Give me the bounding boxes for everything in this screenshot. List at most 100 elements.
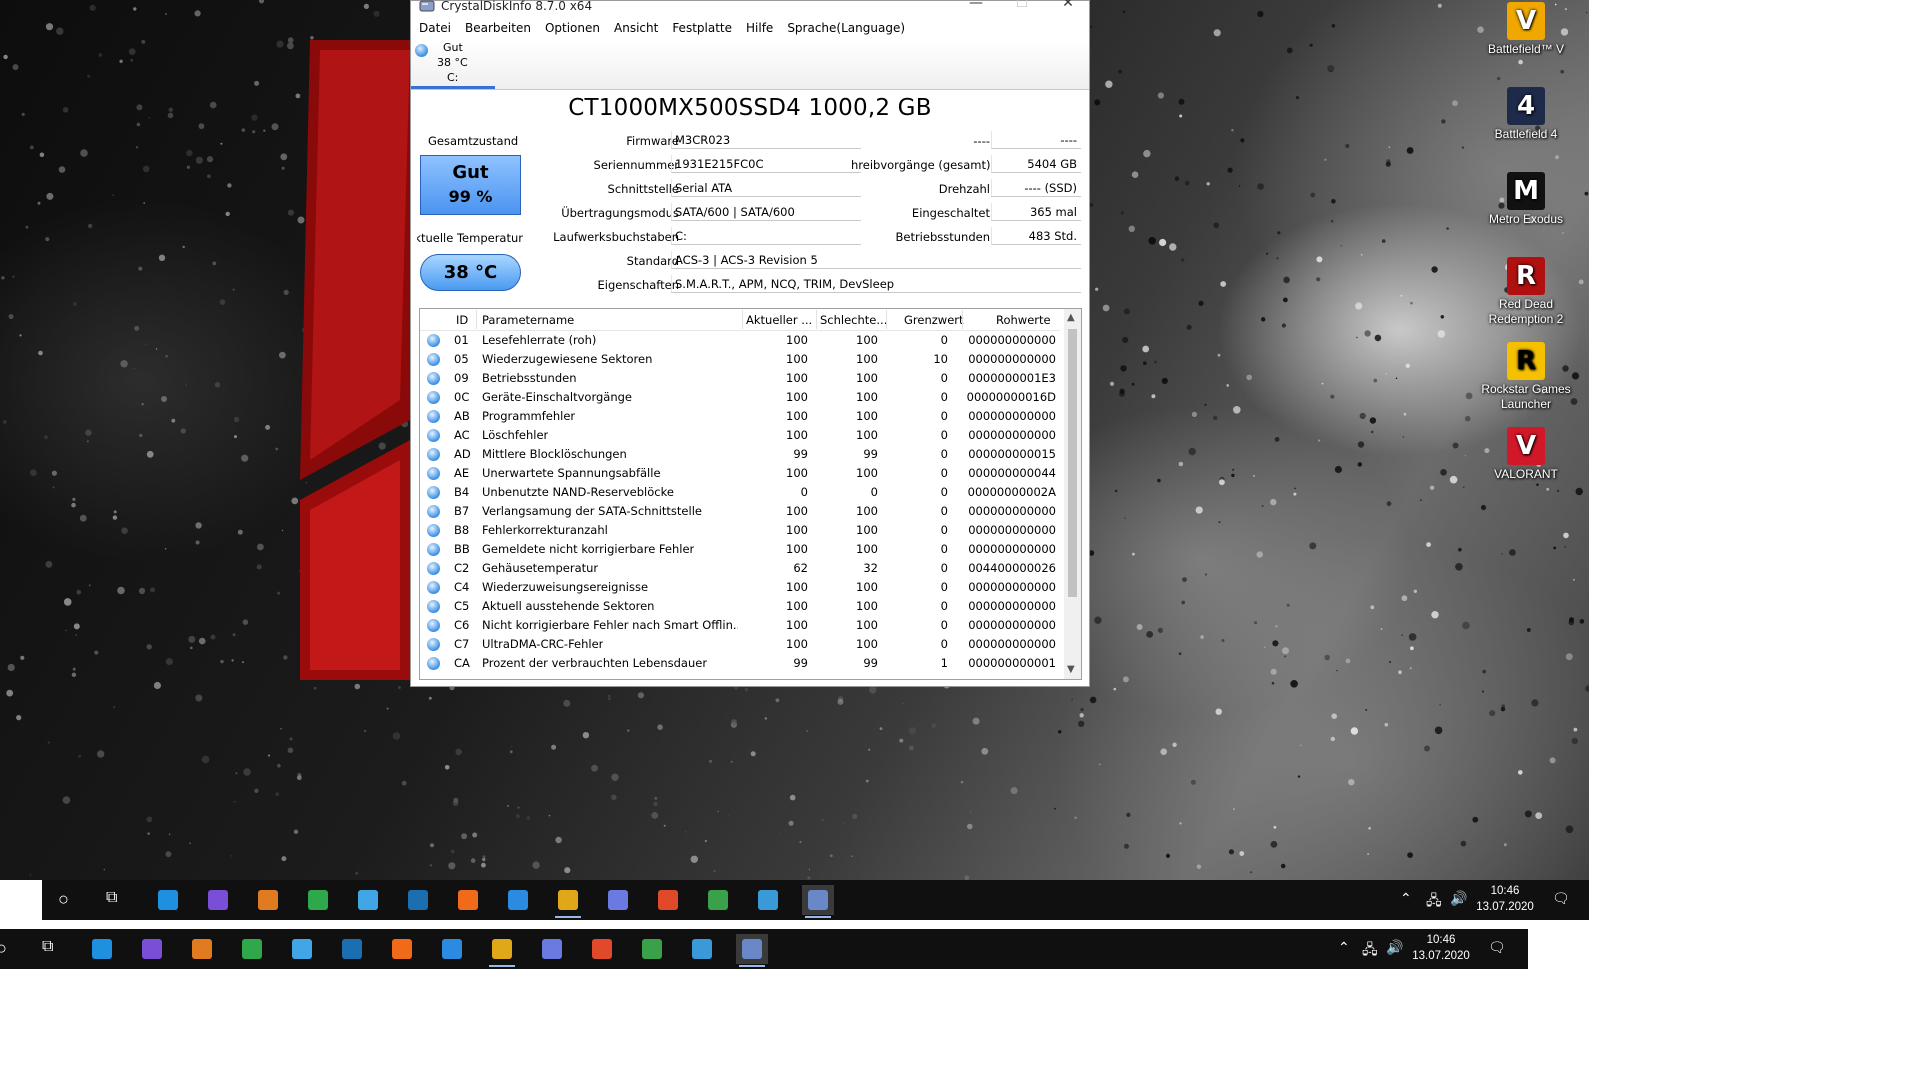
- cortana-icon[interactable]: ○: [58, 889, 69, 910]
- smart-threshold: 0: [940, 637, 948, 651]
- cortana-icon[interactable]: ○: [0, 938, 7, 959]
- col-threshold[interactable]: Grenzwert: [904, 313, 964, 327]
- task-view-icon[interactable]: ⧉: [106, 889, 117, 907]
- taskbar-app-button[interactable]: [502, 885, 534, 915]
- scroll-down-icon[interactable]: ▼: [1067, 664, 1075, 675]
- taskbar-app-button[interactable]: [386, 934, 418, 964]
- menu-bearbeiten[interactable]: Bearbeiten: [465, 21, 531, 35]
- col-raw[interactable]: Rohwerte: [996, 313, 1051, 327]
- taskbar-app-button[interactable]: [752, 885, 784, 915]
- taskbar-app-button[interactable]: [686, 934, 718, 964]
- table-row[interactable]: 09 Betriebsstunden 100 100 0 0000000001E3: [420, 369, 1060, 388]
- table-row[interactable]: C6 Nicht korrigierbare Fehler nach Smart …: [420, 616, 1060, 635]
- desktop-shortcut[interactable]: M Metro Exodus: [1478, 172, 1574, 227]
- taskbar-app-button[interactable]: [702, 885, 734, 915]
- notification-icon[interactable]: 🗨: [1488, 939, 1506, 956]
- volume-icon[interactable]: 🔊: [1386, 939, 1403, 956]
- table-row[interactable]: AE Unerwartete Spannungsabfälle 100 100 0 000…: [420, 464, 1060, 483]
- table-row[interactable]: C7 UltraDMA-CRC-Fehler 100 100 0 000000000000: [420, 635, 1060, 654]
- close-button[interactable]: ✕: [1045, 0, 1091, 15]
- scroll-thumb[interactable]: [1068, 329, 1077, 597]
- temperature-button[interactable]: 38 °C: [420, 254, 521, 291]
- table-row[interactable]: C2 Gehäusetemperatur 62 32 0 004400000026: [420, 559, 1060, 578]
- taskbar-app-button[interactable]: [352, 885, 384, 915]
- col-id[interactable]: ID: [456, 313, 468, 327]
- scroll-up-icon[interactable]: ▲: [1067, 312, 1075, 323]
- taskbar-app-button[interactable]: [402, 885, 434, 915]
- smart-attributes-table[interactable]: ID Parametername Aktueller ... Schlechte…: [419, 308, 1082, 680]
- taskbar-app-button[interactable]: [136, 934, 168, 964]
- table-row[interactable]: C4 Wiederzuweisungsereignisse 100 100 0 00000…: [420, 578, 1060, 597]
- status-ball-icon: [427, 524, 440, 537]
- task-view-icon[interactable]: ⧉: [42, 938, 53, 956]
- menu-datei[interactable]: Datei: [419, 21, 451, 35]
- taskbar-app-button[interactable]: [452, 885, 484, 915]
- table-row[interactable]: AC Löschfehler 100 100 0 000000000000: [420, 426, 1060, 445]
- taskbar-app-button[interactable]: [336, 934, 368, 964]
- taskbar-app-button[interactable]: [636, 934, 668, 964]
- smart-threshold: 0: [940, 599, 948, 613]
- title-bar[interactable]: CrystalDiskInfo 8.7.0 x64 — ☐ ✕: [411, 0, 1091, 15]
- table-row[interactable]: C5 Aktuell ausstehende Sektoren 100 100 0 000…: [420, 597, 1060, 616]
- health-percent: 99 %: [448, 187, 493, 206]
- clock[interactable]: 10:46 13.07.2020: [1406, 932, 1476, 964]
- network-icon[interactable]: 🖧: [1426, 890, 1442, 914]
- rpm-value: ---- (SSD): [991, 179, 1081, 197]
- minimize-button[interactable]: —: [953, 0, 999, 15]
- taskbar-app-button[interactable]: [236, 934, 268, 964]
- taskbar-app-button[interactable]: [586, 934, 618, 964]
- taskbar-app-button[interactable]: [552, 885, 584, 918]
- disk-tab-c[interactable]: Gut 38 °C C:: [411, 41, 495, 89]
- table-row[interactable]: BB Gemeldete nicht korrigierbare Fehler 10…: [420, 540, 1060, 559]
- table-row[interactable]: CA Prozent der verbrauchten Lebensdauer 99…: [420, 654, 1060, 673]
- clock[interactable]: 10:46 13.07.2020: [1470, 883, 1540, 915]
- table-row[interactable]: 05 Wiederzugewiesene Sektoren 100 100 10 0000…: [420, 350, 1060, 369]
- taskbar-app-button[interactable]: [252, 885, 284, 915]
- smart-scrollbar[interactable]: ▲ ▼: [1064, 309, 1081, 679]
- desktop-shortcut[interactable]: 4 Battlefield 4: [1478, 87, 1574, 142]
- menu-ansicht[interactable]: Ansicht: [614, 21, 658, 35]
- table-row[interactable]: AD Mittlere Blocklöschungen 99 99 0 000000000…: [420, 445, 1060, 464]
- taskbar-app-button[interactable]: [152, 885, 184, 915]
- transfer-mode-value: SATA/600 | SATA/600: [671, 203, 861, 221]
- table-row[interactable]: 0C Geräte-Einschaltvorgänge 100 100 0 0000000…: [420, 388, 1060, 407]
- maximize-button[interactable]: ☐: [999, 0, 1045, 15]
- table-row[interactable]: B4 Unbenutzte NAND-Reserveblöcke 0 0 0 000000…: [420, 483, 1060, 502]
- menu-optionen[interactable]: Optionen: [545, 21, 600, 35]
- tray-chevron-icon[interactable]: ⌃: [1400, 890, 1412, 907]
- network-icon[interactable]: 🖧: [1362, 939, 1378, 963]
- desktop-shortcut[interactable]: V VALORANT: [1478, 427, 1574, 482]
- taskbar-app-button[interactable]: [652, 885, 684, 915]
- taskbar-app-button[interactable]: [436, 934, 468, 964]
- taskbar-app-button[interactable]: [286, 934, 318, 964]
- taskbar-app-button[interactable]: [802, 885, 834, 918]
- search-box[interactable]: [0, 880, 42, 920]
- taskbar-app-button[interactable]: [302, 885, 334, 915]
- volume-icon[interactable]: 🔊: [1450, 890, 1467, 907]
- steam-icon: [342, 939, 362, 959]
- table-row[interactable]: B7 Verlangsamung der SATA-Schnittstelle 10…: [420, 502, 1060, 521]
- col-name[interactable]: Parametername: [482, 313, 574, 327]
- table-row[interactable]: B8 Fehlerkorrekturanzahl 100 100 0 0000000000…: [420, 521, 1060, 540]
- taskbar-app-button[interactable]: [602, 885, 634, 915]
- taskbar-app-button[interactable]: [186, 934, 218, 964]
- col-worst[interactable]: Schlechte...: [820, 313, 887, 327]
- desktop-shortcut[interactable]: R Rockstar Games Launcher: [1478, 342, 1574, 412]
- menu-hilfe[interactable]: Hilfe: [746, 21, 773, 35]
- notification-icon[interactable]: 🗨: [1552, 890, 1570, 907]
- taskbar-app-button[interactable]: [86, 934, 118, 964]
- menu-festplatte[interactable]: Festplatte: [672, 21, 732, 35]
- smart-name: Wiederzugewiesene Sektoren: [482, 352, 653, 366]
- col-current[interactable]: Aktueller ...: [746, 313, 812, 327]
- table-row[interactable]: 01 Lesefehlerrate (roh) 100 100 0 00000000000…: [420, 331, 1060, 350]
- taskbar-app-button[interactable]: [736, 934, 768, 967]
- menu-sprache[interactable]: Sprache(Language): [787, 21, 905, 35]
- taskbar-app-button[interactable]: [202, 885, 234, 915]
- health-status-button[interactable]: Gut 99 %: [420, 155, 521, 215]
- desktop-shortcut[interactable]: R Red Dead Redemption 2: [1478, 257, 1574, 327]
- table-row[interactable]: AB Programmfehler 100 100 0 000000000000: [420, 407, 1060, 426]
- taskbar-app-button[interactable]: [486, 934, 518, 967]
- desktop-shortcut[interactable]: V Battlefield™ V: [1478, 2, 1574, 57]
- taskbar-app-button[interactable]: [536, 934, 568, 964]
- tray-chevron-icon[interactable]: ⌃: [1338, 939, 1350, 956]
